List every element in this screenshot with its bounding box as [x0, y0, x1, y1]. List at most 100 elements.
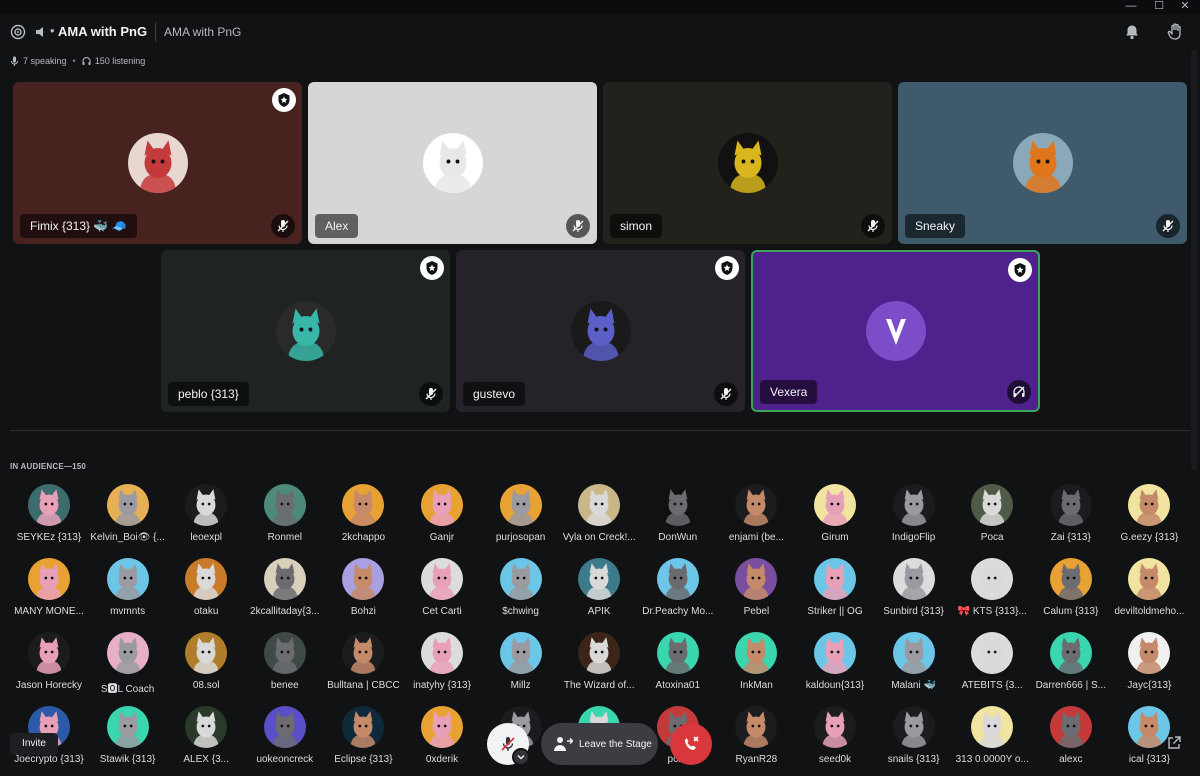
audience-member[interactable]: Striker || OG — [795, 558, 875, 628]
audience-avatar[interactable] — [814, 484, 856, 526]
audience-avatar[interactable] — [499, 632, 542, 674]
audience-member[interactable]: DonWun — [638, 484, 718, 554]
audience-avatar[interactable] — [1049, 558, 1092, 600]
audience-member[interactable]: Pebel — [716, 558, 796, 628]
audience-avatar[interactable] — [1128, 632, 1171, 674]
speaker-avatar[interactable] — [275, 301, 336, 361]
disconnect-button[interactable] — [670, 723, 712, 765]
audience-avatar[interactable] — [499, 484, 542, 526]
audience-avatar[interactable] — [185, 632, 228, 674]
audience-avatar[interactable] — [1049, 706, 1092, 748]
speaker-avatar[interactable] — [422, 133, 483, 193]
speaker-avatar[interactable] — [127, 133, 188, 193]
audience-member[interactable]: alexc — [1031, 706, 1111, 776]
audience-member[interactable]: Kelvin_Boi👁 {... — [88, 484, 168, 554]
audience-member[interactable]: deviltoldmeho... — [1109, 558, 1189, 628]
speaker-avatar[interactable] — [717, 133, 778, 193]
audience-avatar[interactable] — [263, 632, 306, 674]
audience-member[interactable]: APIK — [559, 558, 639, 628]
bell-icon[interactable] — [1124, 24, 1140, 40]
audience-member[interactable]: S🅾L Coach — [88, 632, 168, 702]
speaker-avatar[interactable] — [865, 301, 926, 361]
audience-avatar[interactable] — [814, 558, 856, 600]
audience-member[interactable]: Poca — [952, 484, 1032, 554]
minimize-button[interactable]: — — [1118, 0, 1144, 14]
audience-avatar[interactable] — [106, 484, 149, 526]
scrollbar[interactable] — [1191, 50, 1197, 470]
audience-avatar[interactable] — [1128, 706, 1171, 748]
audience-member[interactable]: purjosopan — [481, 484, 561, 554]
audience-member[interactable]: benee — [245, 632, 325, 702]
audience-avatar[interactable] — [28, 632, 70, 674]
audience-member[interactable]: kaldoun{313} — [795, 632, 875, 702]
audience-member[interactable]: ALEX {3... — [166, 706, 246, 776]
audience-member[interactable]: Millz — [481, 632, 561, 702]
audience-avatar[interactable] — [892, 706, 935, 748]
audience-member[interactable]: Zai {313} — [1031, 484, 1111, 554]
speaker-tile[interactable]: simon — [603, 82, 892, 244]
speaker-tile[interactable]: Vexera — [751, 250, 1040, 412]
audience-member[interactable]: MANY MONE... — [9, 558, 89, 628]
audience-avatar[interactable] — [28, 558, 70, 600]
audience-member[interactable]: InkMan — [716, 632, 796, 702]
audience-member[interactable]: Darren666 | S... — [1031, 632, 1111, 702]
audience-member[interactable]: Dr.Peachy Mo... — [638, 558, 718, 628]
audience-avatar[interactable] — [1128, 558, 1171, 600]
audience-avatar[interactable] — [106, 706, 149, 748]
volume-icon[interactable] — [35, 25, 47, 39]
audience-avatar[interactable] — [656, 632, 699, 674]
audience-member[interactable]: Atoxina01 — [638, 632, 718, 702]
audience-member[interactable]: Stawik {313} — [88, 706, 168, 776]
audience-member[interactable]: RyanR28 — [716, 706, 796, 776]
audience-avatar[interactable] — [421, 484, 463, 526]
audience-member[interactable]: The Wizard of... — [559, 632, 639, 702]
audience-avatar[interactable] — [814, 706, 856, 748]
audience-avatar[interactable] — [735, 484, 778, 526]
audience-avatar[interactable] — [735, 558, 778, 600]
audience-member[interactable]: Eclipse {313} — [323, 706, 403, 776]
speaker-tile[interactable]: peblo {313} — [161, 250, 450, 412]
audience-avatar[interactable] — [735, 706, 778, 748]
audience-avatar[interactable] — [1128, 484, 1171, 526]
audience-member[interactable]: Bulltana | CBCC — [323, 632, 403, 702]
audience-member[interactable]: 🎀 KTS {313}... — [952, 558, 1032, 628]
audience-avatar[interactable] — [421, 632, 463, 674]
audience-avatar[interactable] — [106, 632, 149, 674]
audience-avatar[interactable] — [578, 632, 621, 674]
audience-member[interactable]: Bohzi — [323, 558, 403, 628]
speaker-tile[interactable]: Fimix {313} 🐳 🧢 — [13, 82, 302, 244]
audience-member[interactable]: inatyhy {313} — [402, 632, 482, 702]
audience-avatar[interactable] — [185, 484, 228, 526]
audience-avatar[interactable] — [971, 558, 1014, 600]
audience-avatar[interactable] — [263, 706, 306, 748]
audience-avatar[interactable] — [342, 484, 385, 526]
audience-avatar[interactable] — [578, 484, 621, 526]
audience-avatar[interactable] — [421, 706, 463, 748]
speaker-tile[interactable]: gustevo — [456, 250, 745, 412]
audience-avatar[interactable] — [185, 558, 228, 600]
audience-member[interactable]: ATEBITS {3... — [952, 632, 1032, 702]
audience-avatar[interactable] — [342, 558, 385, 600]
audience-avatar[interactable] — [185, 706, 228, 748]
audience-avatar[interactable] — [499, 558, 542, 600]
audience-member[interactable]: Ronmel — [245, 484, 325, 554]
leave-stage-button[interactable]: Leave the Stage — [541, 723, 658, 765]
audience-member[interactable]: snails {313} — [874, 706, 954, 776]
audience-member[interactable]: 2kcallitaday{3... — [245, 558, 325, 628]
audience-avatar[interactable] — [971, 632, 1014, 674]
audience-avatar[interactable] — [656, 558, 699, 600]
audience-avatar[interactable] — [342, 632, 385, 674]
audience-member[interactable]: mvmnts — [88, 558, 168, 628]
audience-member[interactable]: IndigoFlip — [874, 484, 954, 554]
close-button[interactable]: ✕ — [1172, 0, 1198, 14]
audience-member[interactable]: 2kchappo — [323, 484, 403, 554]
audience-avatar[interactable] — [263, 558, 306, 600]
audience-member[interactable]: Jayc{313} — [1109, 632, 1189, 702]
mic-options-button[interactable] — [512, 748, 530, 766]
audience-member[interactable]: enjami (be... — [716, 484, 796, 554]
audience-avatar[interactable] — [892, 632, 935, 674]
audience-member[interactable]: seed0k — [795, 706, 875, 776]
raise-hand-icon[interactable] — [1166, 22, 1186, 42]
audience-member[interactable]: 313 0.0000Y o... — [952, 706, 1032, 776]
audience-avatar[interactable] — [263, 484, 306, 526]
